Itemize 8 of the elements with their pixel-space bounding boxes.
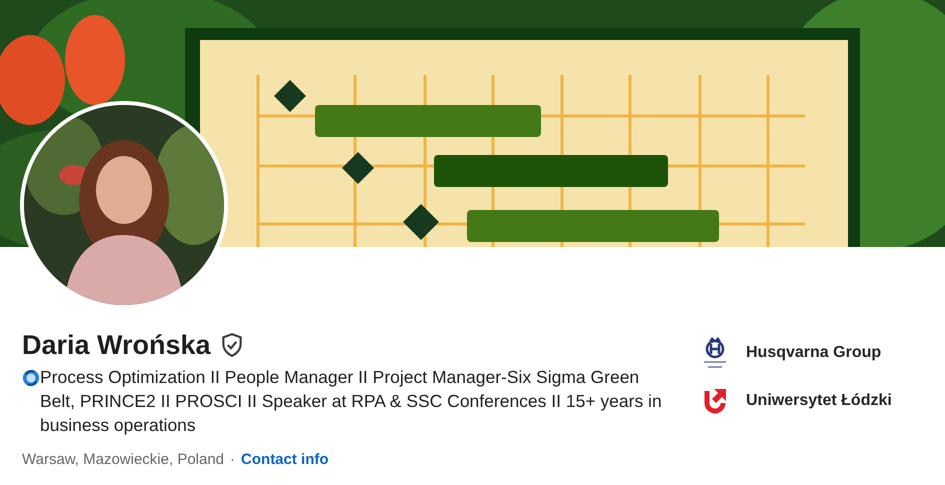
organization-link[interactable]: Uniwersytet Łódzki (746, 392, 892, 410)
headline: Process Optimization II People Manager II Project Manager-Six Sigma Green Belt, PRINCE2 II PROSCI II Speaker at RPA & SSC Conferences II 15+ years in business operations (40, 366, 662, 437)
swirl-icon (22, 369, 40, 387)
contact-info-link[interactable]: Contact info (241, 451, 329, 468)
separator: · (230, 451, 236, 468)
profile-name: Daria Wrońska (22, 329, 211, 362)
organization-link[interactable]: Husqvarna Group (746, 344, 882, 362)
location: Warsaw, Mazowieckie, Poland (22, 451, 224, 468)
